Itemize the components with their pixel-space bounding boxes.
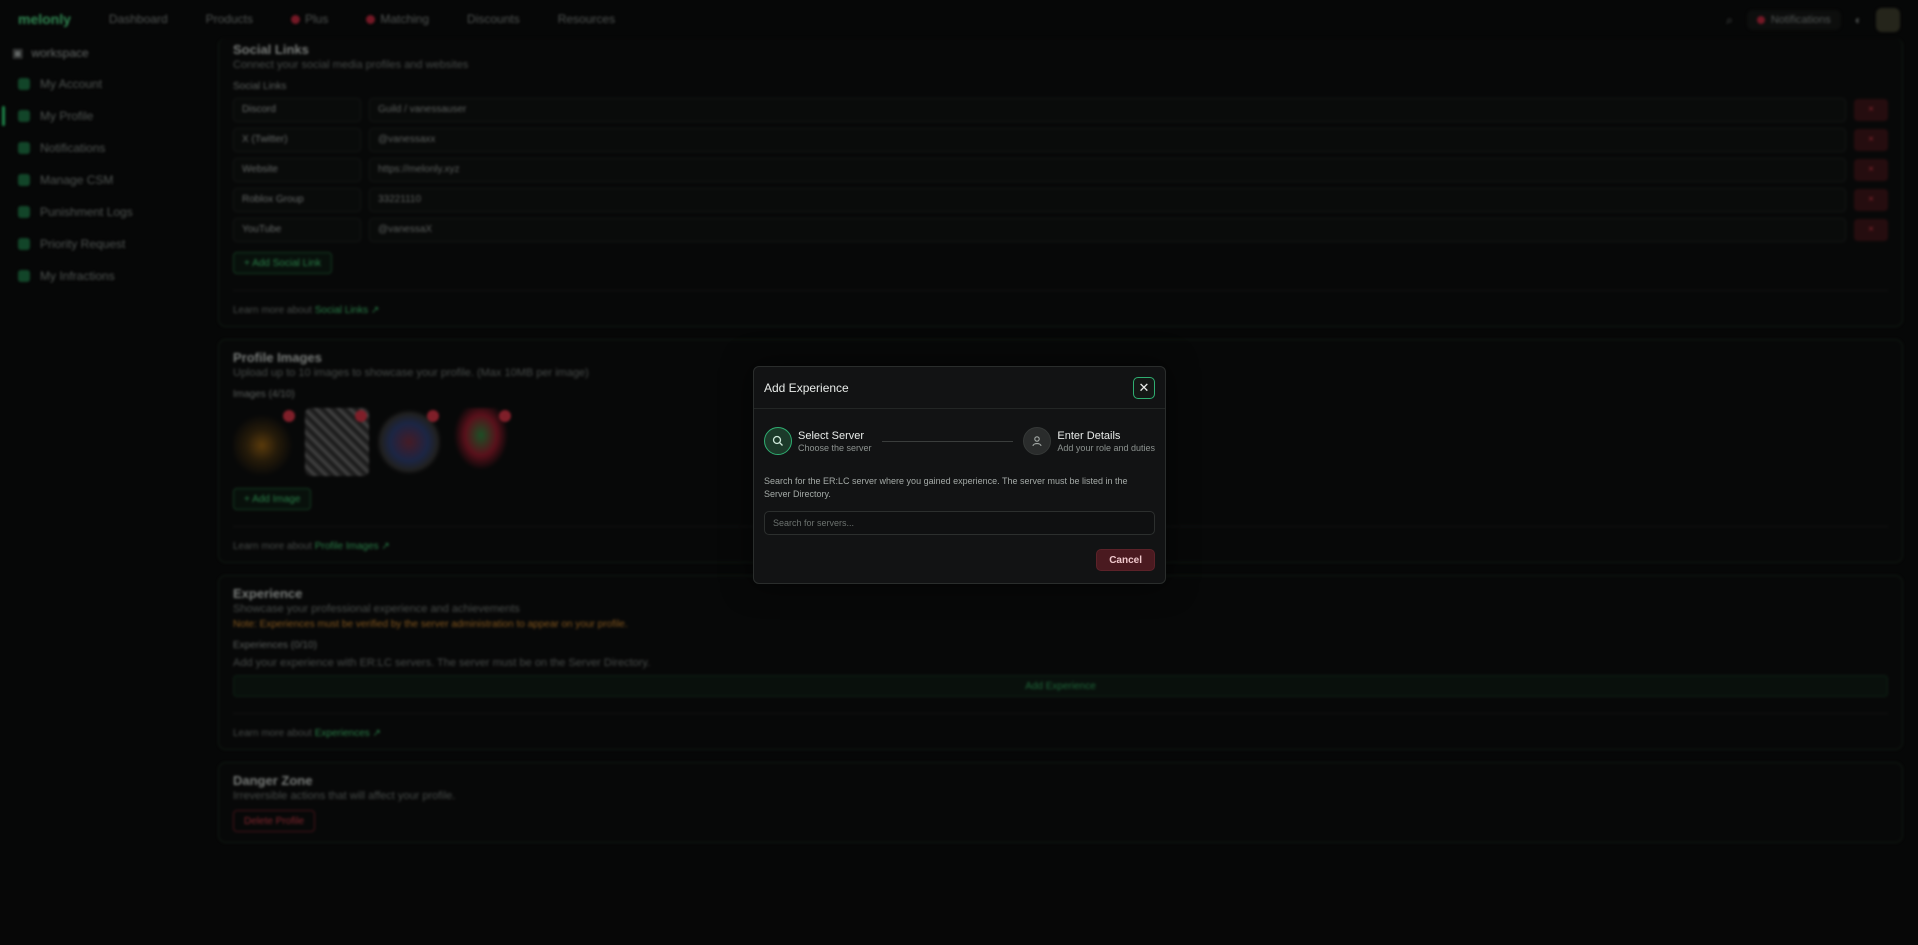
step-title: Select Server (798, 429, 865, 442)
user-icon (1023, 427, 1052, 455)
search-icon (764, 427, 792, 455)
step-select-server: Select Server Choose the server (764, 427, 872, 455)
add-experience-modal: Add Experience ✕ Select Server Choose th… (753, 366, 1166, 584)
modal-header: Add Experience ✕ (754, 367, 1165, 409)
step-subtitle: Choose the server (798, 442, 872, 453)
step-connector (881, 440, 1014, 442)
modal-title: Add Experience (764, 380, 849, 395)
step-title: Enter Details (1057, 429, 1121, 442)
modal-description: Search for the ER:LC server where you ga… (764, 476, 1128, 499)
stepper: Select Server Choose the server Enter De… (754, 409, 1165, 461)
step-subtitle: Add your role and duties (1057, 442, 1155, 453)
close-icon: ✕ (1138, 379, 1150, 395)
cancel-button[interactable]: Cancel (1096, 549, 1155, 571)
step-enter-details: Enter Details Add your role and duties (1023, 427, 1155, 455)
server-search-input[interactable] (764, 511, 1155, 535)
close-button[interactable]: ✕ (1133, 376, 1155, 399)
